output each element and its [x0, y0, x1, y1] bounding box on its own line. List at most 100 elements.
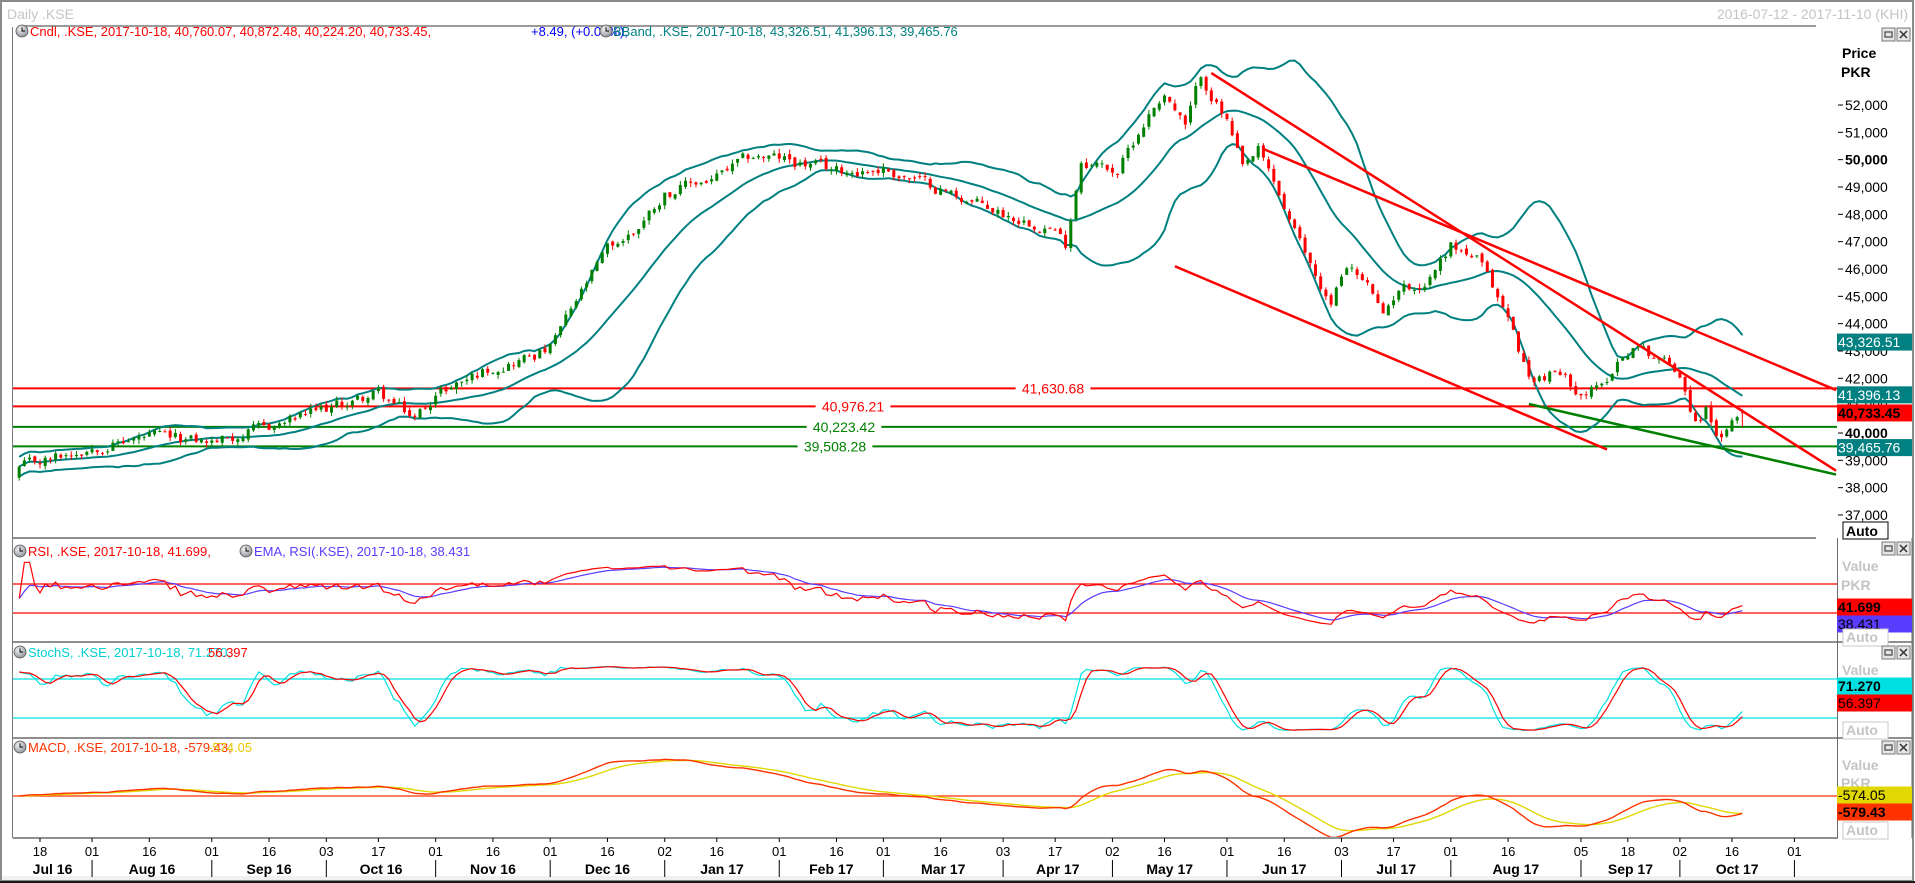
candle-body [621, 241, 625, 243]
candle [663, 192, 667, 210]
candle-body [918, 176, 922, 178]
rsi-line [18, 561, 1743, 625]
candle-body [1449, 242, 1453, 257]
macd-value-axis[interactable]: ValuePKR-574.05-579.43Auto [1837, 757, 1912, 840]
candle-body [33, 456, 37, 462]
candle-body [933, 187, 937, 194]
candle [902, 175, 906, 181]
date-tick-label: 18 [33, 844, 47, 859]
candle-body [199, 439, 203, 443]
stoch-value-axis[interactable]: Value71.27056.397 Auto [1837, 662, 1912, 740]
candle-body [1433, 269, 1437, 279]
candle-body [262, 422, 266, 425]
close-pane-icon[interactable] [1896, 645, 1911, 660]
restore-pane-icon[interactable] [1881, 27, 1896, 42]
clock-icon[interactable] [13, 544, 27, 558]
date-tick-label: 01 [85, 844, 99, 859]
candle-body [173, 432, 177, 438]
date-tick-label: 01 [876, 844, 890, 859]
trend-line[interactable] [1528, 402, 1837, 476]
candle [501, 367, 505, 373]
candle [939, 185, 943, 196]
candle [1704, 405, 1708, 420]
price-badge-label: 43,326.51 [1838, 334, 1900, 350]
candle [730, 159, 734, 175]
candle-body [1334, 287, 1338, 306]
candle [861, 167, 865, 179]
candle-body [741, 153, 745, 158]
trend-line[interactable] [1174, 265, 1608, 451]
candle-body [1298, 227, 1302, 239]
close-pane-icon[interactable] [1896, 27, 1911, 42]
candle-body [1438, 258, 1442, 271]
candle-body [762, 157, 766, 159]
price-tick-label: 42,000 [1845, 370, 1888, 386]
close-pane-icon[interactable] [1896, 740, 1911, 755]
date-axis[interactable]: 18 01 16 01 16 03 17 01 16 01 16 02 16 01 16 01 16 03 17 02… [33, 838, 1802, 877]
rsi-value-axis[interactable]: ValuePKR41.69938.431Auto [1837, 558, 1912, 647]
candle-body [423, 407, 427, 409]
close-pane-icon[interactable] [1896, 541, 1911, 556]
trend-line[interactable] [1210, 71, 1837, 472]
candle-body [798, 162, 802, 166]
candle [647, 210, 651, 225]
candle [1053, 228, 1057, 231]
candle-body [923, 176, 927, 178]
candle [1022, 216, 1026, 226]
candle-body [1428, 276, 1432, 286]
candle [824, 155, 828, 172]
stochastic-pane[interactable] [13, 665, 1837, 732]
date-tick-label: 01 [428, 844, 442, 859]
date-tick-label: 01 [1220, 844, 1234, 859]
candle-body [1230, 121, 1234, 136]
candle-body [673, 194, 677, 199]
candle-body [678, 185, 682, 195]
stoch-k-line [19, 665, 1743, 732]
restore-pane-icon[interactable] [1881, 645, 1896, 660]
candle-body [835, 166, 839, 172]
macd-pane[interactable] [13, 758, 1837, 837]
candle-body [1251, 156, 1255, 162]
candle [1345, 266, 1349, 275]
restore-pane-icon[interactable] [1881, 740, 1896, 755]
candle-body [517, 360, 521, 368]
candle [231, 433, 235, 445]
price-pane[interactable]: 41,630.68 40,976.21 40,223.42 39,508.28 [13, 59, 1837, 481]
price-tick-label: 37,000 [1845, 507, 1888, 523]
clock-icon[interactable] [599, 24, 613, 38]
candle-body [1709, 405, 1713, 423]
candle-body [1038, 231, 1042, 233]
candle [1381, 301, 1385, 314]
candle-body [319, 406, 323, 410]
candle-body [642, 220, 646, 228]
candle [1277, 180, 1281, 197]
clock-icon[interactable] [13, 645, 27, 659]
candle [1261, 143, 1265, 161]
candle-body [543, 348, 547, 353]
month-label: Feb 17 [809, 861, 854, 877]
price-axis[interactable]: Price PKR 52,000 51,000 50,000 49,000 48,000… [1837, 45, 1912, 540]
clock-icon[interactable] [13, 740, 27, 754]
candle-body [1725, 429, 1729, 437]
candle-body [959, 197, 963, 202]
candle [22, 457, 26, 467]
date-tick-label: 16 [1501, 844, 1515, 859]
candle [1319, 272, 1323, 292]
candle [913, 175, 917, 183]
candle-body [1027, 220, 1031, 227]
candle [611, 240, 615, 250]
trend-lines[interactable] [1174, 71, 1837, 476]
candle [111, 439, 115, 451]
candle-body [1267, 159, 1271, 169]
candle [1376, 290, 1380, 304]
trend-line[interactable] [1262, 147, 1837, 392]
price-tick-label: 40,000 [1845, 425, 1888, 441]
candle-body [548, 343, 552, 354]
clock-icon[interactable] [239, 544, 253, 558]
candle [710, 175, 714, 185]
clock-icon[interactable] [15, 24, 29, 38]
candle-body [616, 243, 620, 247]
rsi-pane[interactable] [13, 561, 1837, 625]
candle-body [1048, 227, 1052, 229]
restore-pane-icon[interactable] [1881, 541, 1896, 556]
